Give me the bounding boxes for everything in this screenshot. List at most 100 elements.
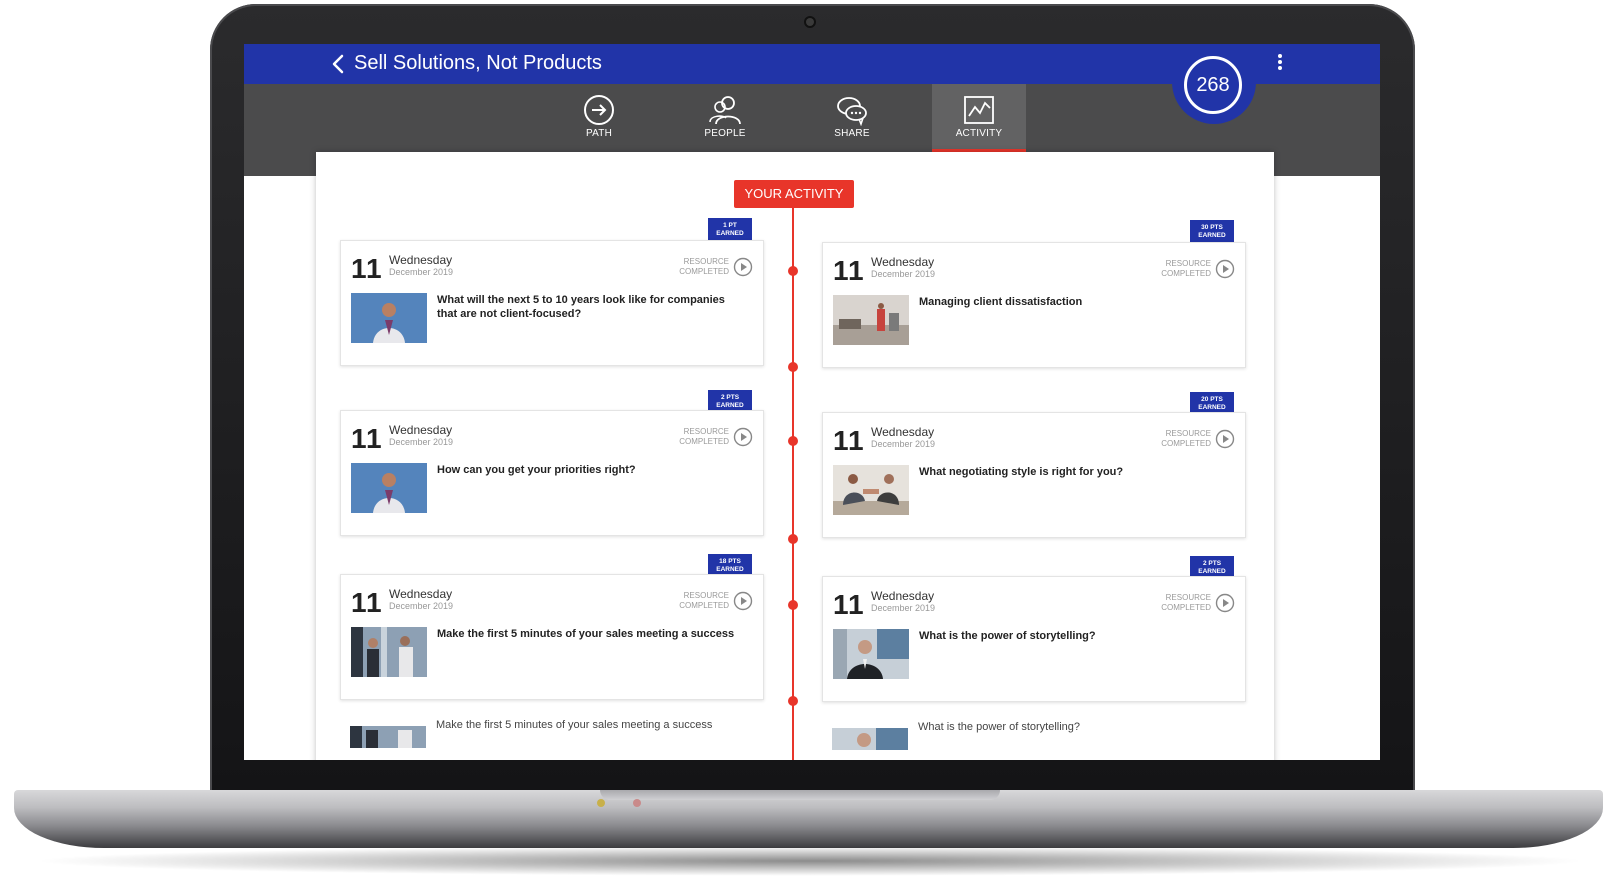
resource-status: RESOURCE COMPLETED	[1151, 429, 1211, 449]
timeline-dot	[788, 696, 798, 706]
points-earned-label: EARNED	[716, 566, 744, 573]
resource-status: RESOURCE COMPLETED	[1151, 593, 1211, 613]
resource-thumbnail[interactable]	[833, 295, 909, 345]
points-score[interactable]: 268	[1184, 56, 1242, 114]
resource-thumbnail[interactable]	[351, 293, 427, 343]
points-value: 2 PTS	[720, 394, 740, 401]
day-number: 11	[833, 255, 865, 286]
resource-status: RESOURCE COMPLETED	[669, 591, 729, 611]
status-line: RESOURCE	[683, 427, 729, 436]
points-value: 18 PTS	[719, 558, 741, 565]
status-line: COMPLETED	[1161, 269, 1211, 278]
resource-thumbnail[interactable]	[833, 629, 909, 679]
timeline-dot	[788, 600, 798, 610]
resource-title: Make the first 5 minutes of your sales m…	[436, 719, 713, 731]
play-icon[interactable]	[733, 591, 753, 611]
activity-card[interactable]: 11 Wednesday December 2019 RESOURCE COMP…	[822, 412, 1246, 538]
play-icon[interactable]	[1215, 429, 1235, 449]
play-icon[interactable]	[1215, 593, 1235, 613]
day-number: 11	[351, 587, 383, 618]
weekday: Wednesday	[389, 423, 453, 437]
status-line: RESOURCE	[1165, 593, 1211, 602]
tab-people[interactable]: PEOPLE	[678, 84, 772, 154]
activity-chart-icon	[964, 96, 994, 124]
weekday: Wednesday	[389, 587, 453, 601]
resource-title: What negotiating style is right for you?	[919, 466, 1124, 478]
weekday: Wednesday	[871, 589, 935, 603]
resource-title: Managing client dissatisfaction	[919, 296, 1083, 308]
points-value: 20 PTS	[1201, 396, 1223, 403]
status-line: COMPLETED	[679, 601, 729, 610]
resource-title: How can you get your priorities right?	[437, 464, 636, 476]
tab-label: ACTIVITY	[955, 128, 1003, 139]
resource-title: What will the next 5 to 10 years look li…	[437, 294, 725, 320]
resource-thumbnail	[350, 726, 426, 748]
timeline-dot	[788, 436, 798, 446]
status-line: RESOURCE	[1165, 429, 1211, 438]
month-year: December 2019	[871, 269, 936, 279]
month-year: December 2019	[389, 267, 454, 277]
points-value: 30 PTS	[1201, 224, 1223, 231]
status-light	[633, 799, 641, 807]
tab-activity[interactable]: ACTIVITY	[932, 84, 1026, 152]
play-icon[interactable]	[733, 427, 753, 447]
day-number: 11	[833, 589, 865, 620]
points-earned-label: EARNED	[716, 402, 744, 409]
tab-share[interactable]: SHARE	[805, 84, 899, 154]
activity-card[interactable]: Make the first 5 minutes of your sales m…	[340, 718, 764, 748]
day-number: 11	[351, 253, 383, 284]
status-line: COMPLETED	[1161, 603, 1211, 612]
points-value: 1 PT	[723, 222, 737, 229]
timeline-dot	[788, 362, 798, 372]
activity-card[interactable]: 11 Wednesday December 2019 RESOURCE COMP…	[822, 242, 1246, 368]
resource-status: RESOURCE COMPLETED	[1151, 259, 1211, 279]
app-screen: Sell Solutions, Not Products PATH PEOPLE	[244, 44, 1380, 760]
chat-bubbles-icon	[837, 97, 867, 126]
status-line: RESOURCE	[683, 591, 729, 600]
status-line: RESOURCE	[1165, 259, 1211, 268]
points-earned-label: EARNED	[1198, 404, 1226, 411]
weekday: Wednesday	[871, 255, 935, 269]
month-year: December 2019	[871, 603, 936, 613]
resource-thumbnail[interactable]	[351, 627, 427, 677]
resource-title: What is the power of storytelling?	[918, 721, 1081, 733]
resource-status: RESOURCE COMPLETED	[669, 427, 729, 447]
day-number: 11	[351, 423, 383, 454]
resource-status: RESOURCE COMPLETED	[669, 257, 729, 277]
tab-label: PEOPLE	[704, 128, 746, 139]
tab-label: SHARE	[834, 128, 870, 139]
play-icon[interactable]	[733, 257, 753, 277]
activity-card[interactable]: What is the power of storytelling?	[822, 720, 1246, 750]
section-label: YOUR ACTIVITY	[734, 180, 854, 208]
timeline-dot	[788, 266, 798, 276]
points-value: 2 PTS	[1202, 560, 1222, 567]
weekday: Wednesday	[389, 253, 453, 267]
status-line: COMPLETED	[1161, 439, 1211, 448]
activity-card[interactable]: 11 Wednesday December 2019 RESOURCE COMP…	[822, 576, 1246, 702]
month-year: December 2019	[871, 439, 936, 449]
activity-card[interactable]: 11 Wednesday December 2019 RESOURCE COMP…	[340, 240, 764, 366]
more-options-icon[interactable]	[1276, 52, 1284, 74]
points-earned-label: EARNED	[1198, 232, 1226, 239]
activity-card[interactable]: 11 Wednesday December 2019 RESOURCE COMP…	[340, 410, 764, 536]
activity-card[interactable]: 11 Wednesday December 2019 RESOURCE COMP…	[340, 574, 764, 700]
points-earned-badge: 30 PTS EARNED	[1190, 220, 1234, 249]
arrow-right-circle-icon	[584, 95, 614, 125]
back-arrow-icon[interactable]	[328, 52, 350, 76]
timeline-line	[792, 208, 794, 760]
weekday: Wednesday	[871, 425, 935, 439]
points-earned-label: EARNED	[716, 230, 744, 237]
resource-thumbnail[interactable]	[833, 465, 909, 515]
webcam	[806, 18, 814, 26]
play-icon[interactable]	[1215, 259, 1235, 279]
activity-feed: YOUR ACTIVITY 1 PT EARNED 11 Wednesday D…	[316, 152, 1274, 760]
resource-thumbnail	[832, 728, 908, 750]
tab-path[interactable]: PATH	[552, 84, 646, 154]
status-line: COMPLETED	[679, 437, 729, 446]
laptop-hinge-notch	[600, 790, 1000, 800]
page-title: Sell Solutions, Not Products	[354, 52, 602, 74]
status-light	[597, 799, 605, 807]
resource-thumbnail[interactable]	[351, 463, 427, 513]
laptop-shadow	[30, 846, 1590, 876]
resource-title: What is the power of storytelling?	[919, 630, 1096, 642]
